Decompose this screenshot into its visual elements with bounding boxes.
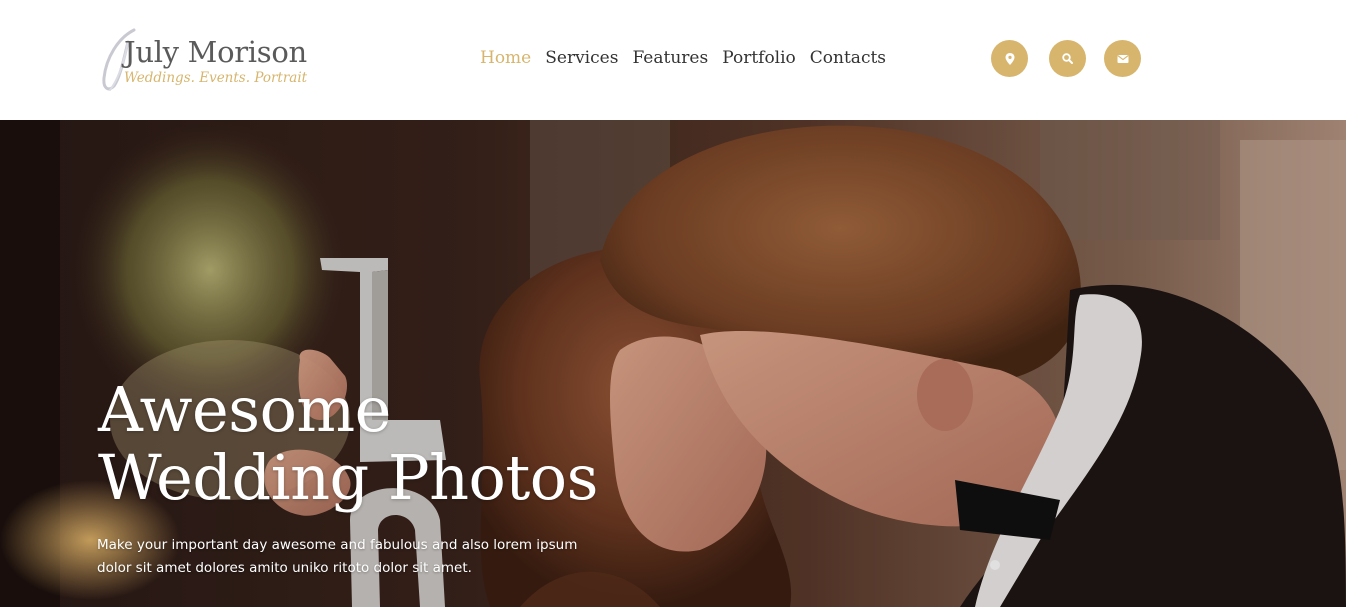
hero-title-line-2: Wedding Photos [98,441,598,514]
location-button[interactable] [991,40,1028,77]
email-button[interactable] [1104,40,1141,77]
main-nav: Home Services Features Portfolio Contact… [480,48,886,68]
hero-title-line-1: Awesome [98,373,391,446]
site-header: July Morison Weddings. Events. Portrait … [0,0,1346,120]
search-icon [1062,53,1073,64]
nav-item-home[interactable]: Home [480,48,531,68]
logo-title: July Morison [124,35,307,69]
hero-description-line-1: Make your important day awesome and fabu… [97,537,578,553]
logo-tagline: Weddings. Events. Portrait [124,70,308,86]
map-pin-icon [1005,52,1014,65]
nav-item-features[interactable]: Features [632,48,708,68]
nav-item-portfolio[interactable]: Portfolio [722,48,796,68]
nav-item-services[interactable]: Services [545,48,618,68]
nav-item-contacts[interactable]: Contacts [810,48,886,68]
envelope-icon [1116,54,1129,63]
hero-title: Awesome Wedding Photos [98,376,598,512]
logo[interactable]: July Morison Weddings. Events. Portrait [98,28,338,94]
hero-description-line-2: dolor sit amet dolores amito uniko ritot… [97,560,472,576]
hero-description: Make your important day awesome and fabu… [97,534,597,580]
search-button[interactable] [1049,40,1086,77]
hero-section: Awesome Wedding Photos Make your importa… [0,120,1346,607]
